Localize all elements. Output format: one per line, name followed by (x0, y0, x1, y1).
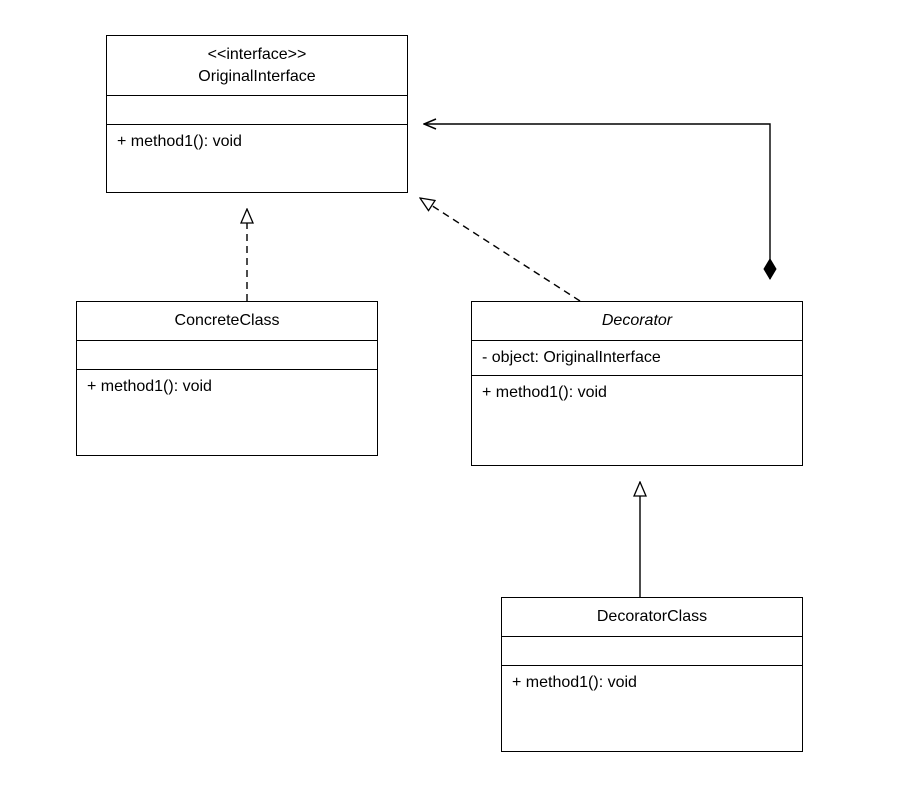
methods-section: + method1(): void (107, 124, 407, 159)
class-name: OriginalInterface (117, 66, 397, 88)
class-title: DecoratorClass (502, 598, 802, 636)
class-name: Decorator (482, 310, 792, 332)
class-title: Decorator (472, 302, 802, 340)
method-label: + method1(): void (117, 133, 242, 150)
methods-section: + method1(): void (502, 665, 802, 751)
class-original-interface: <<interface>> OriginalInterface + method… (106, 35, 408, 193)
class-title: <<interface>> OriginalInterface (107, 36, 407, 95)
class-concrete: ConcreteClass + method1(): void (76, 301, 378, 456)
connector-decorator-composition-to-interface (424, 124, 770, 279)
methods-section: + method1(): void (472, 375, 802, 465)
attributes-section: - object: OriginalInterface (472, 340, 802, 375)
attributes-section (107, 95, 407, 124)
methods-section: + method1(): void (77, 369, 377, 455)
class-decorator: Decorator - object: OriginalInterface + … (471, 301, 803, 466)
class-name: ConcreteClass (87, 310, 367, 332)
connector-decorator-to-interface-realize (420, 198, 580, 301)
class-title: ConcreteClass (77, 302, 377, 340)
class-name: DecoratorClass (512, 606, 792, 628)
method-label: + method1(): void (482, 384, 607, 401)
attribute-label: - object: OriginalInterface (482, 349, 661, 366)
method-label: + method1(): void (87, 378, 212, 395)
stereotype-label: <<interface>> (117, 44, 397, 66)
class-decorator-class: DecoratorClass + method1(): void (501, 597, 803, 752)
attributes-section (502, 636, 802, 665)
attributes-section (77, 340, 377, 369)
method-label: + method1(): void (512, 674, 637, 691)
